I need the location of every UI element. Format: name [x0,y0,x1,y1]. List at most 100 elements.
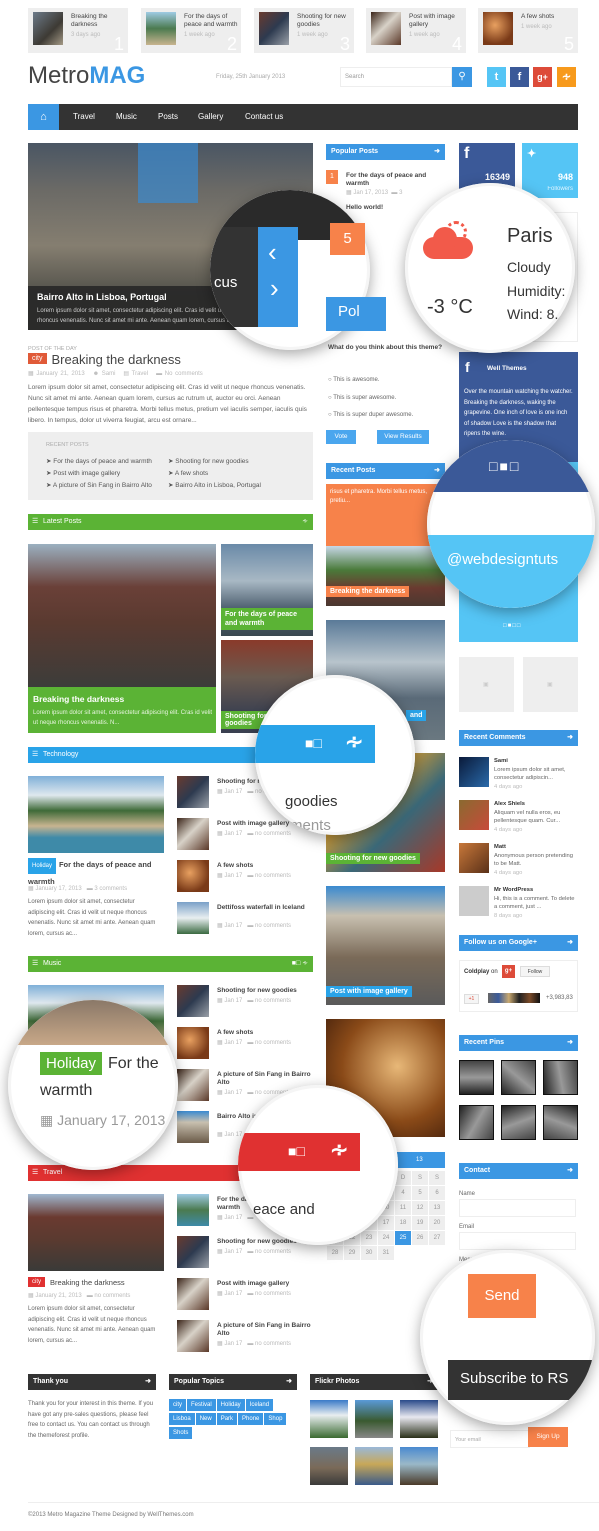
post-comments[interactable]: no comments [94,1293,130,1299]
post-comments[interactable]: 3 comments [94,886,127,892]
post-comments[interactable]: no comments [255,1040,291,1046]
slider-dots[interactable]: ■□ [305,735,322,751]
calendar-day[interactable]: 17 [377,1215,395,1231]
poll-option[interactable]: ○ This is super awesome. [328,390,413,408]
post-comments[interactable]: no comments [255,1249,291,1255]
recent-post-image[interactable]: Post with image gallery [326,886,445,1005]
flickr-photo[interactable] [310,1400,348,1438]
post-title[interactable]: A picture of Sin Fang in Bairro Alto [217,1322,312,1338]
twitter-followers-box[interactable]: ✦ 948 Followers [522,143,578,198]
arrow-circle-icon[interactable]: ➜ [567,935,573,951]
recent-post-link[interactable]: ➤ Post with image gallery [46,468,171,480]
comment-author[interactable]: Alex Shiels [494,800,578,809]
post-title[interactable]: Breaking the darkness [33,694,124,704]
slider-dots[interactable]: ■□ [288,1143,305,1159]
popular-post-title[interactable]: For the days of peace and warmth [346,172,441,188]
comment-text[interactable]: Anonymous person pretending to be Matt. [494,852,578,869]
search-input[interactable]: Search [340,67,452,87]
post-title[interactable]: A picture of Sin Fang in Bairro Alto [217,1071,312,1087]
twitter-icon[interactable]: t [487,67,506,87]
avatar[interactable] [459,757,489,787]
topic-tag[interactable]: Park [216,1413,238,1425]
recent-post-link[interactable]: ➤ A picture of Sin Fang in Bairro Alto [46,480,171,492]
post-author[interactable]: Sami [102,371,116,377]
next-arrow-icon[interactable]: › [270,273,279,304]
site-logo[interactable]: MetroMAG [28,62,145,90]
avatar[interactable] [459,800,489,830]
arrow-circle-icon[interactable]: ➜ [145,1374,151,1390]
rss-icon[interactable]: ∻ [330,1137,348,1163]
post-comments[interactable]: no comments [255,1291,291,1297]
name-field[interactable] [459,1199,576,1217]
pin-thumbnail[interactable] [459,1105,494,1140]
facebook-icon[interactable]: f [510,67,529,87]
ad-placeholder[interactable]: ▣ [523,657,578,712]
calendar-day[interactable]: 23 [360,1230,378,1246]
comment-author[interactable]: Sami [494,757,578,766]
post-thumbnail[interactable] [177,818,209,850]
category-tag[interactable]: Holiday [28,858,57,874]
calendar-day[interactable]: 29 [343,1245,361,1261]
avatar[interactable] [459,886,489,916]
page-name[interactable]: Well Themes [487,365,527,372]
topic-tag[interactable]: Phone [238,1413,264,1425]
tech-main-image[interactable] [28,776,164,853]
flickr-photo[interactable] [400,1400,438,1438]
post-title[interactable]: Post with image gallery [217,1280,312,1288]
travel-main-image[interactable] [28,1194,164,1271]
post-comments[interactable]: no comments [255,1341,291,1347]
calendar-day[interactable]: 30 [360,1245,378,1261]
slider-dots[interactable]: ■□ ∻ [292,956,308,972]
calendar-day[interactable]: 28 [326,1245,344,1261]
slider-dots[interactable]: □■□□ [503,623,522,629]
arrow-circle-icon[interactable]: ➜ [567,730,573,746]
view-results-button[interactable]: View Results [377,430,429,444]
rss-icon[interactable]: ∻ [345,729,363,755]
comment-text[interactable]: Hi, this is a comment. To delete a comme… [494,895,578,912]
post-thumbnail[interactable] [177,985,209,1017]
comment-text[interactable]: Aliquam vel nulla eros, eu pellentesque … [494,809,578,826]
home-button[interactable]: ⌂ [28,104,59,130]
nav-item-music[interactable]: Music [116,104,137,130]
calendar-day[interactable]: 27 [428,1230,446,1246]
post-thumbnail[interactable] [177,1027,209,1059]
calendar-day[interactable]: 24 [377,1230,395,1246]
recent-post-link[interactable]: ➤ Bairro Alto in Lisboa, Portugal [168,480,308,492]
rss-icon[interactable]: ∻ [302,514,308,530]
arrow-circle-icon[interactable]: ➜ [286,1374,292,1390]
calendar-day[interactable]: 11 [394,1200,412,1216]
nav-item-posts[interactable]: Posts [158,104,178,130]
twitter-handle[interactable]: @webdesigntuts [447,551,558,568]
comment-author[interactable]: Matt [494,843,578,852]
popular-post-title[interactable]: Hello world! [346,204,383,212]
post-title[interactable]: A few shots [217,862,312,870]
email-field[interactable] [459,1232,576,1250]
post-thumbnail[interactable] [177,860,209,892]
flickr-photo[interactable] [355,1447,393,1485]
ticker-item[interactable]: Post with image gallery 1 week ago 4 [366,8,466,54]
flickr-photo[interactable] [310,1447,348,1485]
latest-side-post[interactable]: For the days of peace and warmth [221,544,313,636]
post-comments[interactable]: no comments [255,831,291,837]
calendar-day[interactable]: 25 [394,1230,412,1246]
send-button[interactable]: Send [468,1274,536,1318]
ad-placeholder[interactable]: ▣ [459,657,514,712]
post-thumbnail[interactable] [177,902,209,934]
topic-tag[interactable]: New [195,1413,216,1425]
recent-post-link[interactable]: ➤ For the days of peace and warmth [46,456,171,468]
pin-thumbnail[interactable] [459,1060,494,1095]
post-category[interactable]: Travel [132,371,148,377]
poll-option[interactable]: ○ This is super duper awesome. [328,407,413,425]
category-tag[interactable]: city [28,353,47,364]
topic-tag[interactable]: Lisboa [169,1413,195,1425]
ticker-item[interactable]: Breaking the darkness 3 days ago 1 [28,8,128,54]
post-thumbnail[interactable] [177,1236,209,1268]
flickr-photo[interactable] [355,1400,393,1438]
recent-post-link[interactable]: ➤ A few shots [168,468,308,480]
comment-text[interactable]: Lorem ipsum dolor sit amet, consectetur … [494,766,578,783]
topic-tag[interactable]: city [169,1399,186,1411]
calendar-day[interactable]: 20 [428,1215,446,1231]
plus-one-button[interactable]: +1 [464,994,479,1004]
calendar-day[interactable]: 12 [411,1200,429,1216]
googleplus-icon[interactable]: g+ [533,67,552,87]
